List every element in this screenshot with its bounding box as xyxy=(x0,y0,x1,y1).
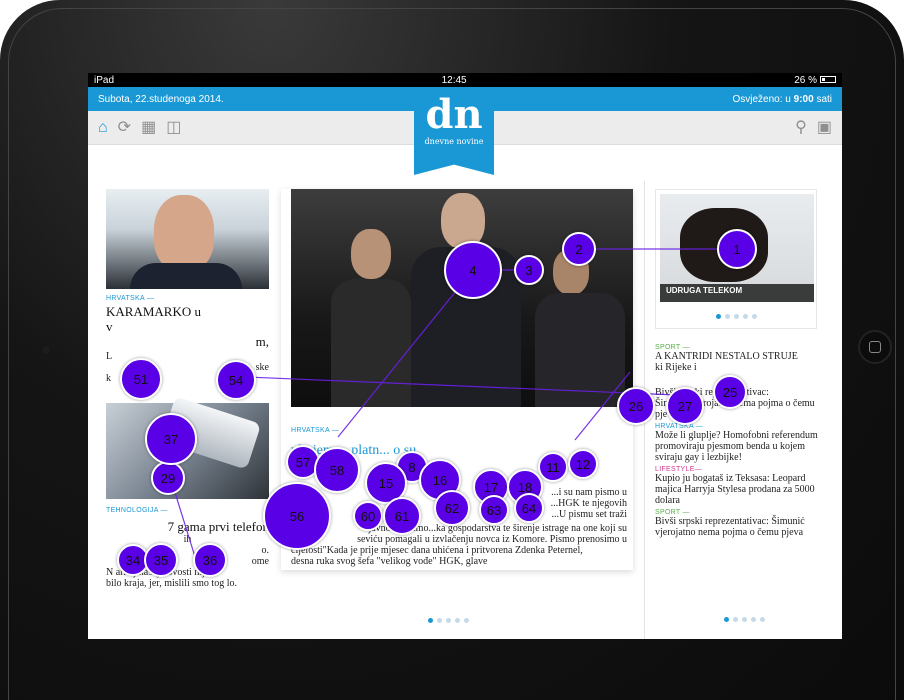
right-item-section: HRVATSKA — xyxy=(655,423,704,430)
main-headline[interactable]: vljujemo...platn... o su xyxy=(291,443,627,459)
home-button[interactable] xyxy=(858,330,892,364)
main-para-6: cijelosti"Kada je prije mjesec dana uhić… xyxy=(291,545,583,556)
right-item-title: Bivši srpski reprezentativac: Šimunić vj… xyxy=(655,516,805,538)
device-label: iPad xyxy=(94,74,115,86)
left-bottom-line-4: ome xyxy=(251,556,269,567)
right-item-extra: ki Rijeke i xyxy=(655,362,697,373)
pager-dot[interactable] xyxy=(464,618,469,623)
left-bottom-headline[interactable]: 7 gama prvi telefon xyxy=(106,519,269,534)
pager-dot[interactable] xyxy=(750,617,756,622)
pager-dot[interactable] xyxy=(723,617,729,622)
right-item-section: LIFESTYLE— xyxy=(655,466,702,473)
main-pager[interactable] xyxy=(428,618,469,623)
ipad-frame: iPad 12:45 26 % Subota, 22.studenoga 201… xyxy=(0,0,904,700)
right-item[interactable]: SPORT — Bivši srpski reprezentativac: Ši… xyxy=(655,509,833,538)
home-button-icon xyxy=(869,341,881,353)
date-label: Subota, 22.studenoga 2014. xyxy=(98,93,224,105)
pager-dot[interactable] xyxy=(751,314,757,319)
left-bottom-section: TEHNOLOGIJA — xyxy=(106,507,168,514)
pager-dot[interactable] xyxy=(724,314,730,319)
left-column: HRVATSKA — KARAMARKO u v m, L ske k TEHN… xyxy=(106,189,269,589)
pager-dot[interactable] xyxy=(428,618,433,623)
right-item-extra: Šimunić vjerojatno nema pojma o čemu pje… xyxy=(655,398,815,420)
refresh-icon[interactable]: ⟳ xyxy=(118,119,131,136)
pager-dot[interactable] xyxy=(732,617,738,622)
left-bottom-line-6: bilo kraja, jer, mislili smo tog lo. xyxy=(106,578,237,589)
pager-dot[interactable] xyxy=(715,314,721,319)
home-icon[interactable]: ⌂ xyxy=(98,119,108,136)
battery-indicator: 26 % xyxy=(794,75,836,86)
right-top-pager[interactable] xyxy=(656,314,816,319)
main-para-1: ...i su nam pismo u xyxy=(551,487,627,498)
search-icon[interactable]: ⚲ xyxy=(795,119,807,136)
screen: iPad 12:45 26 % Subota, 22.studenoga 201… xyxy=(88,73,842,639)
right-item[interactable]: Bivši srpski reprezentativac: Šimunić vj… xyxy=(655,387,833,420)
left-top-headline-2: v xyxy=(106,319,113,334)
main-para-5: seviću pomagali u izvlačenju novca iz Ko… xyxy=(357,534,627,545)
right-item[interactable]: SPORT — A KANTRIDI NESTALO STRUJE ki Rij… xyxy=(655,344,833,373)
right-item-title: A KANTRIDI NESTALO STRUJE xyxy=(655,351,798,362)
main-para-4: javnosti, mimo...ka gospodarstva te šire… xyxy=(368,523,627,534)
lock-icon[interactable]: ▣ xyxy=(817,119,832,136)
left-top-headline[interactable]: KARAMARKO u xyxy=(106,304,269,319)
pager-dot[interactable] xyxy=(455,618,460,623)
pager-dot[interactable] xyxy=(742,314,748,319)
battery-icon xyxy=(820,76,836,84)
right-item-title: Može li gluplje? Homofobni referendum pr… xyxy=(655,430,818,463)
main-para-3: ...U pismu set traži xyxy=(551,509,627,520)
left-bottom-line-2: ih xyxy=(183,534,192,545)
main-section: HRVATSKA — xyxy=(291,427,340,434)
pager-dot[interactable] xyxy=(733,314,739,319)
right-bottom-pager[interactable] xyxy=(645,617,842,622)
right-item-section: SPORT — xyxy=(655,344,690,351)
pager-dot[interactable] xyxy=(446,618,451,623)
status-bar: iPad 12:45 26 % xyxy=(88,73,842,87)
right-item-title: Kupio ju bogataš iz Teksasa: Leopard maj… xyxy=(655,473,815,506)
main-article-photo[interactable] xyxy=(291,189,633,407)
pager-dot[interactable] xyxy=(741,617,747,622)
grid-icon[interactable]: ▦ xyxy=(141,119,156,136)
phone-photo[interactable] xyxy=(106,396,269,499)
right-item[interactable]: LIFESTYLE— Kupio ju bogataš iz Teksasa: … xyxy=(655,466,833,506)
content-area: HRVATSKA — KARAMARKO u v m, L ske k TEHN… xyxy=(88,145,842,639)
battery-percent: 26 % xyxy=(794,74,817,86)
left-top-text-2: ske xyxy=(255,362,269,373)
left-top-headline-3: m, xyxy=(255,334,269,349)
politician-photo[interactable] xyxy=(106,189,269,289)
left-bottom-line-3: o. xyxy=(261,545,270,556)
main-para-7: desna ruka svog šefa "velikog vođe" HGK,… xyxy=(291,556,488,567)
right-item-section: SPORT — xyxy=(655,509,690,516)
right-column: UDRUGA TELEKOM SPORT — A KANTRIDI NESTAL… xyxy=(644,181,842,639)
main-article[interactable]: HRVATSKA — vljujemo...platn... o su ...i… xyxy=(281,189,633,570)
left-top-section: HRVATSKA — xyxy=(106,295,155,302)
pager-dot[interactable] xyxy=(437,618,442,623)
left-bottom-line-5: N arhoj našoj novosti nije xyxy=(106,567,210,578)
refreshed-suffix: sati xyxy=(816,93,832,105)
clock: 12:45 xyxy=(441,74,467,86)
book-icon[interactable]: ◫ xyxy=(166,119,181,136)
main-para-2: ...HGK te njegovih xyxy=(550,498,627,509)
left-top-text-3: k xyxy=(106,373,111,384)
right-item-title: Bivši srpski reprezentativac: xyxy=(655,387,769,398)
right-item[interactable]: HRVATSKA — Može li gluplje? Homofobni re… xyxy=(655,423,833,463)
refreshed-time: 9:00 xyxy=(793,93,814,105)
camera-dot xyxy=(42,346,50,354)
refreshed-label: Osvježeno: u xyxy=(732,93,791,105)
left-top-text: L xyxy=(106,351,113,362)
refresh-info: Osvježeno: u 9:00 sati xyxy=(732,94,832,105)
logo-text: dn xyxy=(425,91,483,138)
pager-dot[interactable] xyxy=(759,617,765,622)
sheep-caption: UDRUGA TELEKOM xyxy=(666,286,743,295)
